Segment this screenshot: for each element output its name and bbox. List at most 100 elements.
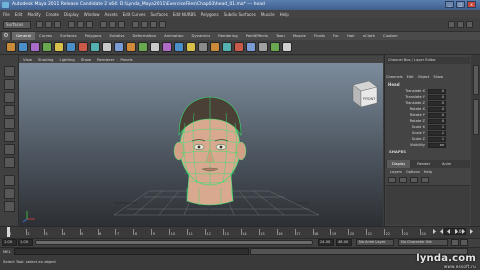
channel-box-menu-channels[interactable]: Channels bbox=[386, 75, 403, 79]
new-empty-layer-icon[interactable] bbox=[410, 176, 418, 183]
viewport-menu-show[interactable]: Show bbox=[81, 56, 91, 63]
animation-start-field[interactable]: 1.00 bbox=[2, 239, 17, 246]
render-settings-icon[interactable] bbox=[159, 21, 166, 28]
ipr-render-icon[interactable] bbox=[150, 21, 157, 28]
menu-muscle[interactable]: Muscle bbox=[261, 12, 275, 17]
shelf-tool-icon[interactable] bbox=[162, 42, 172, 52]
attribute-row[interactable]: Scale X1 bbox=[388, 125, 468, 130]
shelf-tool-icon[interactable] bbox=[66, 42, 76, 52]
minimize-button[interactable]: _ bbox=[445, 1, 454, 8]
open-scene-icon[interactable] bbox=[45, 21, 52, 28]
character-set-dropdown[interactable]: No Character Set bbox=[398, 239, 448, 246]
save-scene-icon[interactable] bbox=[54, 21, 61, 28]
channel-box-menu-object[interactable]: Object bbox=[418, 75, 430, 79]
new-scene-icon[interactable] bbox=[36, 21, 43, 28]
shelf-tab-custom[interactable]: Custom bbox=[379, 32, 402, 40]
play-backward-icon[interactable] bbox=[447, 229, 450, 234]
shelf-tool-icon[interactable] bbox=[282, 42, 292, 52]
viewport-menu-renderer[interactable]: Renderer bbox=[97, 56, 114, 63]
lasso-tool-icon[interactable] bbox=[4, 79, 15, 90]
playback-start-field[interactable]: 1.00 bbox=[18, 239, 33, 246]
channel-box-menu-edit[interactable]: Edit bbox=[407, 75, 414, 79]
range-slider-bar[interactable] bbox=[35, 240, 313, 245]
shelf-tab-curves[interactable]: Curves bbox=[35, 32, 56, 40]
layer-tab-anim[interactable]: Anim bbox=[437, 160, 456, 168]
shelf-tab-general[interactable]: General bbox=[12, 32, 35, 40]
layer-list[interactable] bbox=[386, 185, 470, 225]
go-to-start-icon[interactable] bbox=[433, 229, 436, 234]
menu-window[interactable]: Window bbox=[84, 12, 100, 17]
shelf-tab-hair[interactable]: Hair bbox=[343, 32, 359, 40]
paint-select-tool-icon[interactable] bbox=[4, 92, 15, 103]
shelf-tool-icon[interactable] bbox=[42, 42, 52, 52]
four-view-layout-icon[interactable] bbox=[4, 188, 15, 199]
shelf-tool-icon[interactable] bbox=[198, 42, 208, 52]
attribute-row[interactable]: Visibility on bbox=[388, 143, 468, 148]
perspective-viewport[interactable]: FRONT bbox=[19, 63, 383, 227]
shelf-tool-icon[interactable] bbox=[126, 42, 136, 52]
layer-tab-display[interactable]: Display bbox=[387, 160, 411, 168]
attribute-row[interactable]: Rotate X0 bbox=[388, 107, 468, 112]
shelf-tool-icon[interactable] bbox=[174, 42, 184, 52]
single-perspective-layout-icon[interactable] bbox=[4, 175, 15, 186]
menu-surfaces[interactable]: Surfaces bbox=[150, 12, 167, 17]
command-input[interactable] bbox=[14, 248, 249, 255]
auto-key-icon[interactable] bbox=[451, 239, 459, 246]
move-tool-icon[interactable] bbox=[4, 105, 15, 116]
layer-menu-layers[interactable]: Layers bbox=[390, 170, 402, 174]
select-tool-icon[interactable] bbox=[4, 66, 15, 77]
viewport-menu-view[interactable]: View bbox=[23, 56, 32, 63]
viewport-menu-shading[interactable]: Shading bbox=[38, 56, 53, 63]
playback-end-field[interactable]: 24.00 bbox=[318, 239, 334, 246]
menu-subdiv-surfaces[interactable]: Subdiv Surfaces bbox=[224, 12, 256, 17]
menu-modify[interactable]: Modify bbox=[27, 12, 40, 17]
shelf-tool-icon[interactable] bbox=[6, 42, 16, 52]
shelf-tool-icon[interactable] bbox=[138, 42, 148, 52]
shelf-tool-icon[interactable] bbox=[102, 42, 112, 52]
shelf-tab-rendering[interactable]: Rendering bbox=[214, 32, 241, 40]
attribute-row[interactable]: Translate X0 bbox=[388, 89, 468, 94]
snap-point-icon[interactable] bbox=[118, 21, 125, 28]
shelf-tab-muscle[interactable]: Muscle bbox=[289, 32, 310, 40]
shelf-tool-icon[interactable] bbox=[90, 42, 100, 52]
menu-assets[interactable]: Assets bbox=[105, 12, 118, 17]
shelf-tab-animation[interactable]: Animation bbox=[160, 32, 187, 40]
attribute-row[interactable]: Scale Y1 bbox=[388, 131, 468, 136]
attribute-row[interactable]: Scale Z1 bbox=[388, 137, 468, 142]
shelf-tool-icon[interactable] bbox=[18, 42, 28, 52]
render-icon[interactable] bbox=[141, 21, 148, 28]
move-layer-up-icon[interactable] bbox=[388, 176, 396, 183]
shelf-tool-icon[interactable] bbox=[54, 42, 64, 52]
maximize-button[interactable]: □ bbox=[456, 1, 465, 8]
history-icon[interactable] bbox=[132, 21, 139, 28]
layer-menu-options[interactable]: Options bbox=[406, 170, 420, 174]
shelf-tool-icon[interactable] bbox=[210, 42, 220, 52]
shelf-tab-deformation[interactable]: Deformation bbox=[128, 32, 160, 40]
viewport-menu-panels[interactable]: Panels bbox=[120, 56, 132, 63]
menu-file[interactable]: File bbox=[3, 12, 10, 17]
shelf-gear-icon[interactable]: ⚙ bbox=[2, 32, 10, 40]
anim-layer-dropdown[interactable]: No Anim Layer bbox=[356, 239, 394, 246]
shelf-tab-fur[interactable]: Fur bbox=[329, 32, 343, 40]
select-object-icon[interactable] bbox=[77, 21, 84, 28]
last-tool-icon[interactable] bbox=[4, 157, 15, 168]
layer-tab-render[interactable]: Render bbox=[412, 160, 435, 168]
scale-tool-icon[interactable] bbox=[4, 131, 15, 142]
shelf-tool-icon[interactable] bbox=[246, 42, 256, 52]
menu-display[interactable]: Display bbox=[64, 12, 79, 17]
snap-curve-icon[interactable] bbox=[109, 21, 116, 28]
select-component-icon[interactable] bbox=[86, 21, 93, 28]
attribute-row[interactable]: Rotate Y0 bbox=[388, 113, 468, 118]
shelf-tool-icon[interactable] bbox=[258, 42, 268, 52]
playhead[interactable] bbox=[7, 227, 10, 237]
show-tool-settings-icon[interactable] bbox=[457, 21, 464, 28]
view-cube[interactable]: FRONT bbox=[352, 80, 378, 108]
shelf-tab-painteffects[interactable]: PaintEffects bbox=[242, 32, 272, 40]
animation-preferences-icon[interactable] bbox=[460, 239, 468, 246]
menu-polygons[interactable]: Polygons bbox=[201, 12, 219, 17]
animation-end-field[interactable]: 48.00 bbox=[336, 239, 352, 246]
shelf-tool-icon[interactable] bbox=[234, 42, 244, 52]
viewport-menu-lighting[interactable]: Lighting bbox=[59, 56, 74, 63]
step-back-icon[interactable] bbox=[440, 229, 443, 234]
move-layer-down-icon[interactable] bbox=[399, 176, 407, 183]
